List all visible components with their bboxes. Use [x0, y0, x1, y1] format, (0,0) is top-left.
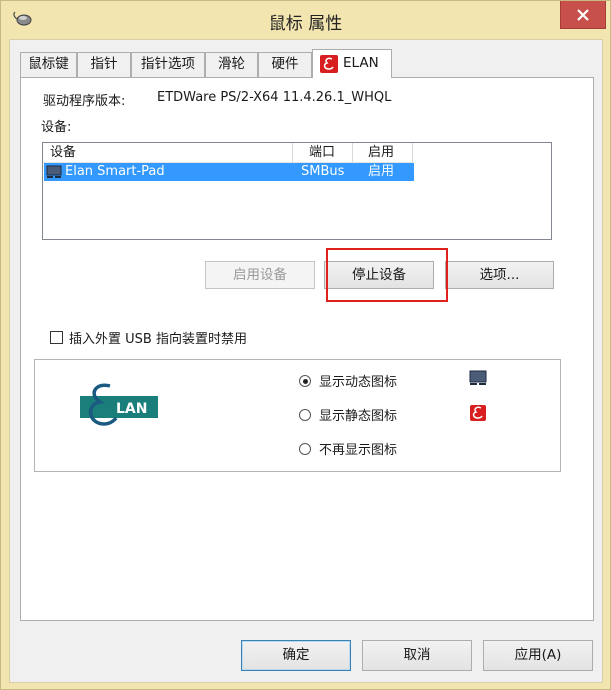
show-static-icon-label: 显示静态图标	[319, 409, 398, 424]
ok-button[interactable]: 确定	[241, 640, 351, 671]
enable-device-button[interactable]: 启用设备	[205, 261, 315, 289]
column-header-device[interactable]: 设备	[43, 143, 293, 163]
radio-show-static-icon[interactable]	[299, 409, 311, 421]
usb-disable-label: 插入外置 USB 指向装置时禁用	[69, 332, 247, 347]
elan-logo: LAN	[80, 380, 158, 432]
elan-icon	[320, 55, 338, 73]
tab-label: 硬件	[271, 56, 299, 72]
device-list[interactable]: 设备 端口 启用 Elan Smart-Pad SMBus 启用	[42, 142, 552, 240]
usb-disable-checkbox[interactable]	[50, 331, 63, 344]
tab-label: 指针选项	[141, 56, 195, 72]
animated-touchpad-icon	[469, 370, 487, 385]
cancel-button[interactable]: 取消	[362, 640, 472, 671]
tab-pointers[interactable]: 指针	[77, 52, 131, 77]
tab-elan[interactable]: ELAN	[312, 49, 392, 78]
show-animated-icon-label: 显示动态图标	[319, 375, 398, 390]
window-title: 鼠标 属性	[268, 14, 343, 34]
column-header-label: 设备	[50, 145, 77, 160]
close-button[interactable]	[560, 1, 606, 29]
column-header-label: 端口	[309, 145, 336, 160]
tab-label: 滑轮	[218, 56, 245, 72]
radio-hide-icon[interactable]	[299, 443, 311, 455]
tab-buttons[interactable]: 鼠标键	[20, 52, 77, 77]
touchpad-icon	[46, 165, 62, 178]
device-name: Elan Smart-Pad	[65, 164, 165, 179]
hide-icon-label: 不再显示图标	[319, 443, 398, 458]
device-enabled: 启用	[368, 164, 395, 179]
apply-button[interactable]: 应用(A)	[483, 640, 593, 671]
tab-wheel[interactable]: 滑轮	[205, 52, 258, 77]
tab-pointer-options[interactable]: 指针选项	[131, 52, 205, 77]
dialog-client-area: 鼠标键 指针 指针选项 滑轮 硬件 ELAN 驱动程序版本: ETDWare P…	[9, 39, 603, 683]
options-button[interactable]: 选项...	[445, 261, 554, 289]
column-header-port[interactable]: 端口	[293, 143, 353, 163]
devices-label: 设备:	[41, 120, 72, 135]
driver-version-label: 驱动程序版本:	[43, 94, 126, 109]
close-icon	[577, 8, 589, 21]
tab-label: 鼠标键	[28, 56, 69, 72]
column-header-enabled[interactable]: 启用	[353, 143, 413, 163]
title-bar[interactable]: 鼠标 属性	[1, 1, 610, 39]
elan-logo-text: LAN	[116, 401, 147, 417]
stop-device-button[interactable]: 停止设备	[324, 261, 434, 289]
driver-version-value: ETDWare PS/2-X64 11.4.26.1_WHQL	[157, 90, 392, 105]
device-row-elan-smart-pad[interactable]: Elan Smart-Pad SMBus 启用	[44, 163, 414, 181]
tab-hardware[interactable]: 硬件	[258, 52, 312, 77]
icon-options-group: LAN 显示动态图标 显示静态图标 不再显示图标	[34, 359, 561, 472]
tab-label: ELAN	[343, 55, 379, 71]
column-header-label: 启用	[368, 145, 395, 160]
elan-tab-panel: 驱动程序版本: ETDWare PS/2-X64 11.4.26.1_WHQL …	[20, 77, 594, 621]
static-elan-icon	[470, 405, 486, 421]
mouse-properties-window: 鼠标 属性 鼠标键 指针 指针选项 滑轮 硬件 ELAN 驱动程序版本: ETD…	[0, 0, 611, 690]
device-port: SMBus	[301, 164, 345, 179]
radio-show-animated-icon[interactable]	[299, 375, 311, 387]
tab-label: 指针	[90, 56, 118, 72]
